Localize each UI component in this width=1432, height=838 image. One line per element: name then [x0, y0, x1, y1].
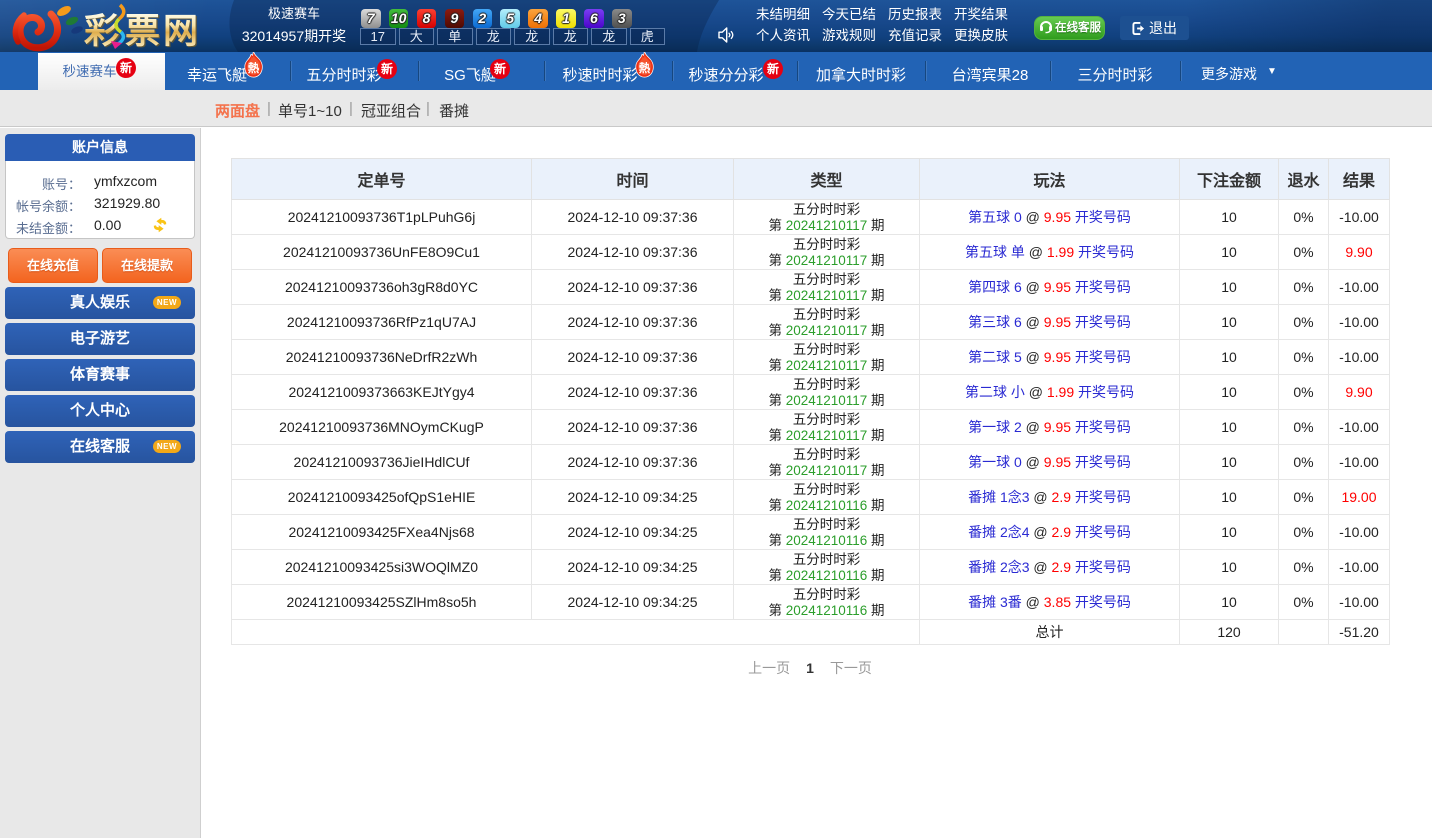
svg-text:熱: 熱	[248, 61, 260, 75]
svg-text:票: 票	[125, 12, 160, 51]
svg-text:熱: 熱	[639, 61, 651, 75]
svg-text:网: 网	[163, 12, 198, 51]
